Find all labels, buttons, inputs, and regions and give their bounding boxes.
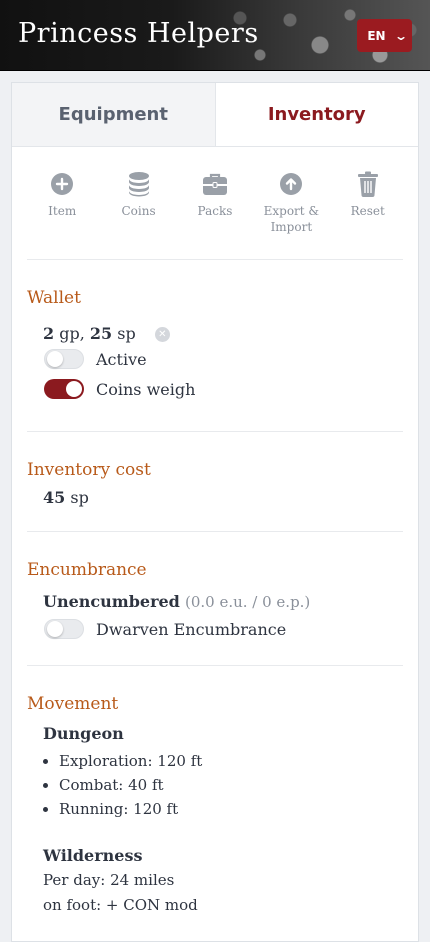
active-label: Active [96,349,147,369]
reset-button[interactable]: Reset [331,171,405,243]
reset-label: Reset [350,204,385,218]
add-item-button[interactable]: Item [25,171,99,243]
tab-equipment[interactable]: Equipment [12,83,216,146]
coins-icon [126,171,152,197]
coins-label: Coins [121,204,156,218]
upload-circle-icon [278,171,304,197]
wilderness-block: Wilderness Per day: 24 miles on foot: + … [43,843,403,918]
sp-value: 25 [89,324,113,343]
list-item: Combat: 40 ft [59,773,403,797]
clear-wallet-icon[interactable]: ✕ [154,327,170,342]
wallet-amount: 2 gp, 25 sp ✕ [43,324,403,343]
gp-unit: gp, [59,324,85,343]
dungeon-block: Dungeon Exploration: 120 ft Combat: 40 f… [43,724,403,821]
dwarven-toggle-row: Dwarven Encumbrance [44,619,403,639]
app-header: Princess Helpers EN ⌄ [0,0,430,71]
dwarven-label: Dwarven Encumbrance [96,619,287,639]
cost-unit: sp [70,488,89,507]
coins-weigh-toggle-row: Coins weigh [44,379,403,399]
tab-bar: Equipment Inventory [12,83,418,147]
wallet-title: Wallet [27,288,81,308]
coins-weigh-toggle[interactable] [44,379,84,399]
app-title: Princess Helpers [18,18,259,49]
encumbrance-status: Unencumbered (0.0 e.u. / 0 e.p.) [43,592,403,611]
export-import-button[interactable]: Export & Import [254,171,328,243]
wallet-section: Wallet 2 gp, 25 sp ✕ Active Coins weigh [12,260,418,399]
inventory-cost-title: Inventory cost [27,460,151,480]
sp-unit: sp [117,324,136,343]
dungeon-list: Exploration: 120 ft Combat: 40 ft Runnin… [43,749,403,821]
inventory-cost-amount: 45 sp [43,488,403,507]
list-item: Exploration: 120 ft [59,749,403,773]
list-item: Running: 120 ft [59,797,403,821]
backpack-icon [202,171,228,197]
main-card: Equipment Inventory Item Coins Packs Exp… [11,82,419,942]
packs-button[interactable]: Packs [178,171,252,243]
encumbrance-status-label: Unencumbered [43,592,180,611]
wilderness-per-day: Per day: 24 miles [43,871,175,889]
inventory-cost-section: Inventory cost 45 sp [12,432,418,507]
coins-weigh-label: Coins weigh [96,379,196,399]
movement-section: Movement Dungeon Exploration: 120 ft Com… [12,666,418,918]
gp-value: 2 [43,324,55,343]
language-select[interactable]: EN ⌄ [357,19,412,52]
toolbar: Item Coins Packs Export & Import Reset [12,147,418,243]
trash-icon [355,171,381,197]
dungeon-heading: Dungeon [43,724,124,743]
chevron-down-icon: ⌄ [393,28,408,43]
plus-circle-icon [49,171,75,197]
wilderness-heading: Wilderness [43,846,143,865]
export-import-label: Export & Import [263,204,320,234]
add-item-label: Item [48,204,77,218]
movement-title: Movement [27,694,119,714]
packs-label: Packs [197,204,233,218]
active-toggle-row: Active [44,349,403,369]
active-toggle[interactable] [44,349,84,369]
encumbrance-detail: (0.0 e.u. / 0 e.p.) [184,593,311,611]
dwarven-encumbrance-toggle[interactable] [44,619,84,639]
encumbrance-title: Encumbrance [27,560,147,580]
coins-button[interactable]: Coins [102,171,176,243]
tab-inventory[interactable]: Inventory [215,83,418,146]
encumbrance-section: Encumbrance Unencumbered (0.0 e.u. / 0 e… [12,532,418,639]
language-label: EN [367,28,386,43]
wilderness-on-foot: on foot: + CON mod [43,896,198,914]
cost-value: 45 [43,488,66,507]
